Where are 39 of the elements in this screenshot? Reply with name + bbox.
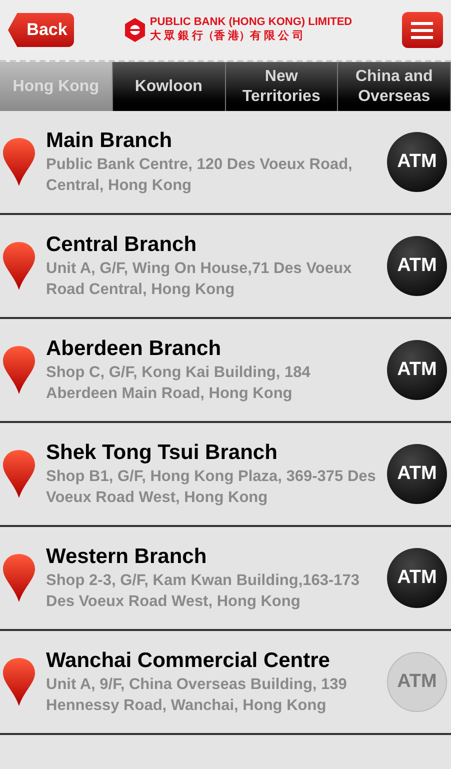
branch-name: Central Branch xyxy=(46,232,198,258)
branch-address: Unit A, 9/F, China Overseas Building, 139 Hennessy Road, Wanchai, Hong Kong xyxy=(46,675,348,716)
branch-name: Shek Tong Tsui Branch xyxy=(46,440,278,466)
map-pin-icon xyxy=(2,553,36,603)
atm-badge: ATM xyxy=(387,132,447,192)
bank-name-english: PUBLIC BANK (HONG KONG) LIMITED xyxy=(150,16,352,30)
branch-row[interactable]: Western Branch Shop 2-3, G/F, Kam Kwan Building,163-173 Des Voeux Road West, Hong Kong ATM xyxy=(0,527,451,631)
atm-badge: ATM xyxy=(387,548,447,608)
branch-address: Shop 2-3, G/F, Kam Kwan Building,163-173 Des Voeux Road West, Hong Kong xyxy=(46,571,361,612)
branch-row[interactable]: Wanchai Commercial Centre Unit A, 9/F, China Overseas Building, 139 Hennessy Road, Wanchai, Hong Kong ATM xyxy=(0,631,451,735)
atm-badge: ATM xyxy=(387,340,447,400)
bank-logo-icon xyxy=(124,17,146,43)
branch-row[interactable]: Main Branch Public Bank Centre, 120 Des Voeux Road, Central, Hong Kong ATM xyxy=(0,111,451,215)
map-pin-icon xyxy=(2,657,36,707)
branch-name: Main Branch xyxy=(46,128,174,154)
branch-name: Wanchai Commercial Centre xyxy=(46,648,331,674)
atm-badge: ATM xyxy=(387,652,447,712)
bank-name-chinese: 大 眾 銀 行（香 港）有 限 公 司 xyxy=(150,30,304,44)
branch-name: Aberdeen Branch xyxy=(46,336,222,362)
branch-row[interactable]: Shek Tong Tsui Branch Shop B1, G/F, Hong Kong Plaza, 369-375 Des Voeux Road West, Hong Kong ATM xyxy=(0,423,451,527)
map-pin-icon xyxy=(2,241,36,291)
atm-badge: ATM xyxy=(387,236,447,296)
region-tab[interactable]: New Territories xyxy=(226,62,338,111)
atm-badge: ATM xyxy=(387,444,447,504)
region-tab[interactable]: Kowloon xyxy=(112,62,226,111)
map-pin-icon xyxy=(2,345,36,395)
branch-row[interactable]: Central Branch Unit A, G/F, Wing On House,71 Des Voeux Road Central, Hong Kong ATM xyxy=(0,215,451,319)
branch-address: Shop B1, G/F, Hong Kong Plaza, 369-375 Des Voeux Road West, Hong Kong xyxy=(46,467,377,508)
back-button[interactable]: Back xyxy=(8,13,74,47)
branch-address: Public Bank Centre, 120 Des Voeux Road, Central, Hong Kong xyxy=(46,155,354,196)
menu-icon xyxy=(411,22,434,38)
map-pin-icon xyxy=(2,449,36,499)
map-pin-icon xyxy=(2,137,36,187)
branch-name: Western Branch xyxy=(46,544,208,570)
branch-address: Shop C, G/F, Kong Kai Building, 184 Aberdeen Main Road, Hong Kong xyxy=(46,363,312,404)
branch-row[interactable]: Aberdeen Branch Shop C, G/F, Kong Kai Building, 184 Aberdeen Main Road, Hong Kong ATM xyxy=(0,319,451,423)
region-tab[interactable]: China and Overseas xyxy=(338,62,451,111)
branch-address: Unit A, G/F, Wing On House,71 Des Voeux Road Central, Hong Kong xyxy=(46,259,353,300)
menu-button[interactable] xyxy=(402,12,443,48)
